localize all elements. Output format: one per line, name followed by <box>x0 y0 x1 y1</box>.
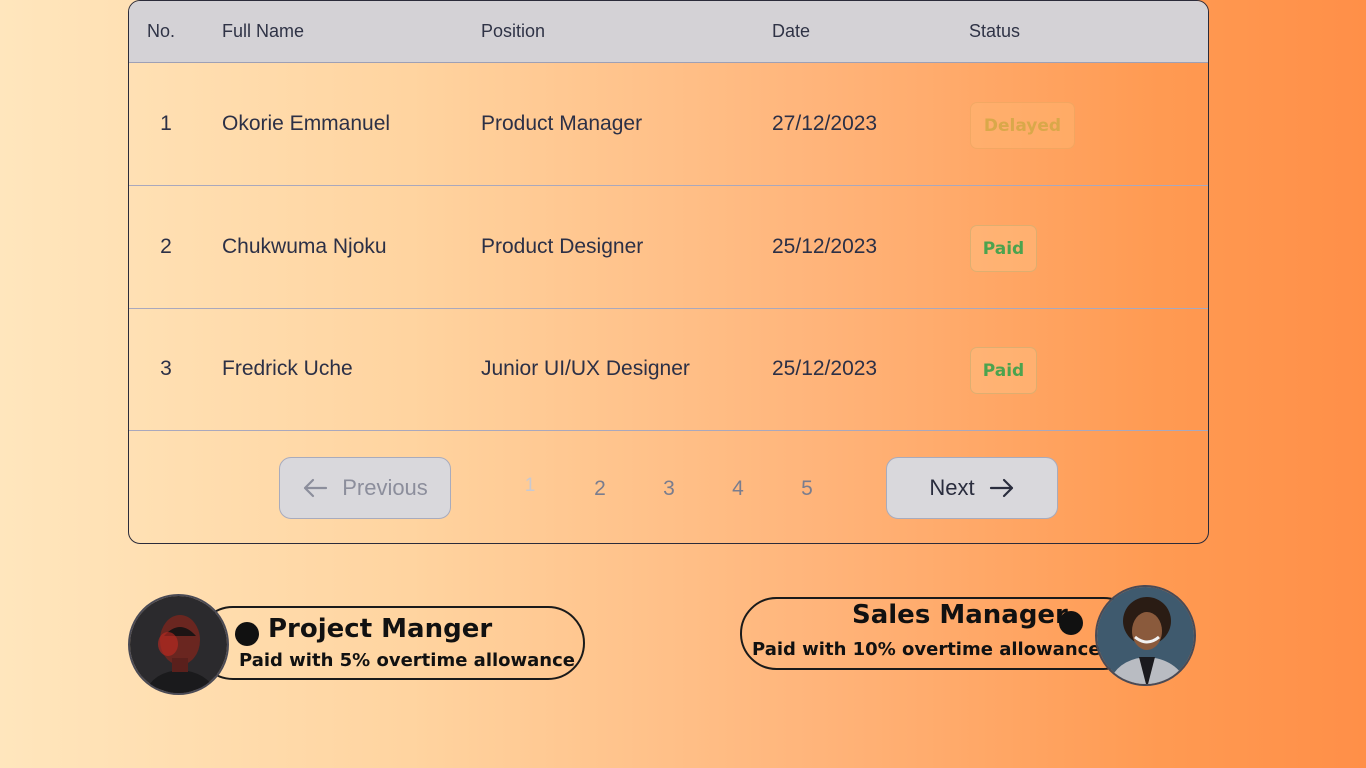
row-number: 3 <box>160 357 172 380</box>
card-title: Project Manger <box>268 614 493 644</box>
page-1[interactable]: 1 <box>518 475 542 497</box>
row-date: 25/12/2023 <box>772 357 878 380</box>
payroll-table: No. Full Name Position Date Status 1 Oko… <box>128 0 1209 544</box>
previous-label: Previous <box>342 475 428 500</box>
header-position: Position <box>481 21 546 41</box>
page-2[interactable]: 2 <box>588 477 612 501</box>
status-badge: Paid <box>970 225 1037 272</box>
row-date: 25/12/2023 <box>772 235 878 258</box>
row-full-name: Okorie Emmanuel <box>222 112 391 135</box>
row-position: Product Manager <box>481 112 643 135</box>
man-portrait-avatar <box>128 594 229 695</box>
card-subtitle: Paid with 10% overtime allowance <box>752 639 1101 660</box>
header-no: No. <box>147 21 176 41</box>
page-5[interactable]: 5 <box>795 477 819 501</box>
row-date: 27/12/2023 <box>772 112 878 135</box>
table-row[interactable]: 2 Chukwuma Njoku Product Designer 25/12/… <box>129 186 1208 309</box>
table-row[interactable]: 1 Okorie Emmanuel Product Manager 27/12/… <box>129 63 1208 186</box>
row-position: Product Designer <box>481 235 644 258</box>
card-subtitle: Paid with 5% overtime allowance <box>239 650 575 671</box>
next-button[interactable]: Next <box>886 457 1058 519</box>
header-status: Status <box>969 21 1021 41</box>
row-number: 2 <box>160 235 172 258</box>
status-badge: Delayed <box>970 102 1075 149</box>
sales-manager-card: Sales Manager Paid with 10% overtime all… <box>740 597 1140 670</box>
arrow-right-icon <box>989 478 1013 498</box>
row-number: 1 <box>160 112 172 135</box>
previous-button[interactable]: Previous <box>279 457 451 519</box>
card-title: Sales Manager <box>852 600 1068 630</box>
status-badge: Paid <box>970 347 1037 394</box>
header-full-name: Full Name <box>222 21 305 41</box>
row-full-name: Chukwuma Njoku <box>222 235 387 258</box>
arrow-left-icon <box>304 478 328 498</box>
woman-portrait-avatar <box>1095 585 1196 686</box>
bullet-dot <box>235 622 259 646</box>
row-full-name: Fredrick Uche <box>222 357 353 380</box>
project-manager-card: Project Manger Paid with 5% overtime all… <box>196 606 585 680</box>
row-position: Junior UI/UX Designer <box>481 357 690 380</box>
table-header: No. Full Name Position Date Status <box>129 1 1208 63</box>
page-4[interactable]: 4 <box>726 477 750 501</box>
next-label: Next <box>929 475 975 500</box>
page-3[interactable]: 3 <box>657 477 681 501</box>
table-row[interactable]: 3 Fredrick Uche Junior UI/UX Designer 25… <box>129 308 1208 431</box>
header-date: Date <box>772 21 811 41</box>
bullet-dot <box>1059 611 1083 635</box>
